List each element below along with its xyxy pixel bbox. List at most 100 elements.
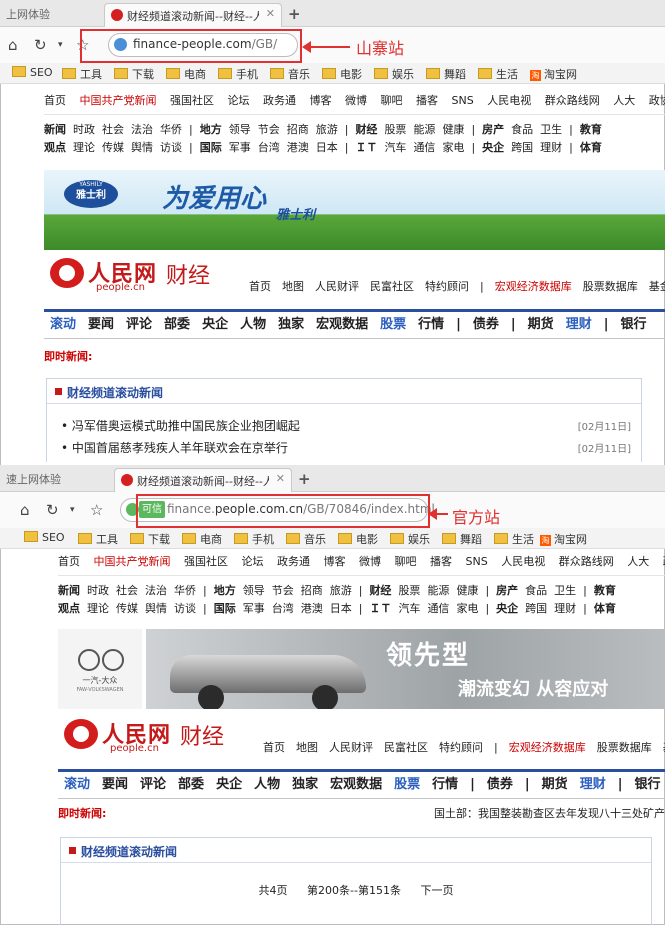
channel-link[interactable]: 独家 (278, 317, 304, 332)
category-link[interactable]: 食品 (511, 123, 533, 136)
category-link[interactable]: 股票 (398, 584, 420, 597)
category-link[interactable]: 房产 (496, 584, 518, 597)
channel-link[interactable]: 银行 (634, 777, 660, 792)
toplink[interactable]: 强国社区 (170, 94, 214, 107)
category-link[interactable]: 体育 (580, 141, 602, 154)
toplink[interactable]: SNS (466, 555, 488, 568)
bookmark-download[interactable]: 下载 (114, 66, 154, 82)
home-icon[interactable]: ⌂ (20, 501, 30, 519)
header-link[interactable]: 股票数据库 (583, 280, 638, 293)
category-link[interactable]: 财经 (369, 584, 391, 597)
category-link[interactable]: 能源 (413, 123, 435, 136)
channel-link[interactable]: 宏观数据 (316, 317, 368, 332)
category-link[interactable]: 观点 (44, 141, 66, 154)
toplink[interactable]: SNS (452, 94, 474, 107)
bookmark-seo[interactable]: SEO (24, 531, 65, 544)
category-link[interactable]: 社会 (116, 584, 138, 597)
header-link[interactable]: 首页 (263, 741, 285, 754)
star-icon[interactable]: ☆ (90, 501, 103, 519)
header-link[interactable]: 人民财评 (329, 741, 373, 754)
toplink[interactable]: 博客 (324, 555, 346, 568)
channel-link[interactable]: 股票 (394, 777, 420, 792)
toplink[interactable]: 首页 (58, 555, 80, 568)
category-link[interactable]: 观点 (58, 602, 80, 615)
header-link[interactable]: 地图 (282, 280, 304, 293)
category-link[interactable]: 理论 (87, 602, 109, 615)
toplink[interactable]: 聊吧 (395, 555, 417, 568)
category-link[interactable]: 卫生 (554, 584, 576, 597)
category-link[interactable]: 时政 (73, 123, 95, 136)
toplink[interactable]: 中国共产党新闻 (94, 555, 171, 568)
news-item[interactable]: • 冯军借奥运模式助推中国民族企业抱团崛起 [02月11日] (61, 417, 631, 435)
category-link[interactable]: 旅游 (330, 584, 352, 597)
news-ticker[interactable]: 国土部：我国整装勘查区去年发现八十三处矿产 (434, 805, 665, 821)
category-link[interactable]: 教育 (580, 123, 602, 136)
bookmark-ecommerce[interactable]: 电商 (182, 531, 222, 547)
channel-link[interactable]: 宏观数据 (330, 777, 382, 792)
category-link[interactable]: 军事 (229, 141, 251, 154)
toplink[interactable]: 人大 (627, 555, 649, 568)
toplink[interactable]: 微博 (359, 555, 381, 568)
category-link[interactable]: 新闻 (58, 584, 80, 597)
header-link[interactable]: 特约顾问 (439, 741, 483, 754)
toplink[interactable]: 中国共产党新闻 (80, 94, 157, 107)
category-link[interactable]: 传媒 (102, 141, 124, 154)
bookmark-music[interactable]: 音乐 (286, 531, 326, 547)
category-link[interactable]: 财经 (355, 123, 377, 136)
category-link[interactable]: 访谈 (160, 141, 182, 154)
category-link[interactable]: 汽车 (384, 141, 406, 154)
news-item[interactable]: • 中国首届慈孝残疾人羊年联欢会在京举行 [02月11日] (61, 439, 631, 457)
category-link[interactable]: 台湾 (272, 602, 294, 615)
category-link[interactable]: 通信 (413, 141, 435, 154)
channel-link[interactable]: 人物 (254, 777, 280, 792)
channel-link[interactable]: 评论 (140, 777, 166, 792)
header-link[interactable]: 首页 (249, 280, 271, 293)
header-link[interactable]: 人民财评 (315, 280, 359, 293)
toplink[interactable]: 首页 (44, 94, 66, 107)
category-link[interactable]: 卫生 (540, 123, 562, 136)
bookmark-entertainment[interactable]: 娱乐 (374, 66, 414, 82)
category-link[interactable]: 家电 (456, 602, 478, 615)
toplink[interactable]: 博客 (310, 94, 332, 107)
chevron-down-icon[interactable]: ▾ (58, 40, 63, 50)
tab-inactive[interactable]: 上网体验 (0, 6, 50, 24)
next-page-link[interactable]: 下一页 (420, 884, 453, 897)
category-link[interactable]: 军事 (243, 602, 265, 615)
category-link[interactable]: 健康 (442, 123, 464, 136)
channel-link[interactable]: 央企 (216, 777, 242, 792)
channel-link[interactable]: 期货 (528, 317, 554, 332)
category-link[interactable]: 招商 (287, 123, 309, 136)
category-link[interactable]: 股票 (384, 123, 406, 136)
tab-active[interactable]: 财经频道滚动新闻--财经--人民网 ✕ (114, 468, 292, 492)
bookmark-mobile[interactable]: 手机 (234, 531, 274, 547)
channel-link[interactable]: 债券 (487, 777, 513, 792)
category-link[interactable]: 能源 (427, 584, 449, 597)
category-link[interactable]: 理财 (540, 141, 562, 154)
bookmark-entertainment[interactable]: 娱乐 (390, 531, 430, 547)
category-link[interactable]: ＩＴ (369, 602, 391, 615)
category-link[interactable]: 港澳 (301, 602, 323, 615)
channel-link[interactable]: 银行 (620, 317, 646, 332)
category-link[interactable]: 理论 (73, 141, 95, 154)
toplink[interactable]: 微博 (345, 94, 367, 107)
toplink[interactable]: 播客 (416, 94, 438, 107)
category-link[interactable]: 港澳 (287, 141, 309, 154)
news-title[interactable]: • 中国首届慈孝残疾人羊年联欢会在京举行 (61, 441, 288, 455)
bookmark-tools[interactable]: 工具 (62, 66, 102, 82)
news-title[interactable]: • 冯军借奥运模式助推中国民族企业抱团崛起 (61, 419, 300, 433)
category-link[interactable]: 通信 (427, 602, 449, 615)
channel-link[interactable]: 行情 (418, 317, 444, 332)
toplink[interactable]: 政协 (649, 94, 665, 107)
channel-link[interactable]: 股票 (380, 317, 406, 332)
category-link[interactable]: 家电 (442, 141, 464, 154)
category-link[interactable]: 招商 (301, 584, 323, 597)
toplink[interactable]: 群众路线网 (559, 555, 614, 568)
toplink[interactable]: 政务通 (277, 555, 310, 568)
channel-link[interactable]: 期货 (542, 777, 568, 792)
header-link[interactable]: 地图 (296, 741, 318, 754)
tab-active[interactable]: 财经频道滚动新闻--财经--人民网 ✕ (104, 3, 282, 27)
close-tab-icon[interactable]: ✕ (276, 472, 285, 485)
bookmark-music[interactable]: 音乐 (270, 66, 310, 82)
channel-link[interactable]: 滚动 (50, 317, 76, 332)
channel-link[interactable]: 独家 (292, 777, 318, 792)
